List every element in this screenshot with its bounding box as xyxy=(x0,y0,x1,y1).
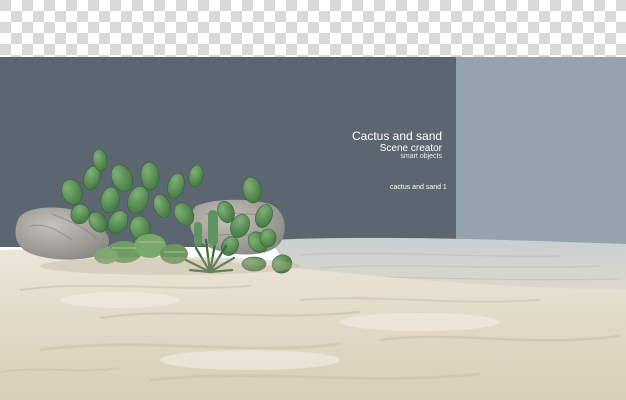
scene-subtitle-small: smart objects xyxy=(400,153,442,160)
light-backdrop-panel xyxy=(456,57,626,247)
transparency-checkerboard xyxy=(0,0,626,58)
scene-illustration xyxy=(0,0,626,400)
variant-label: cactus and sand 1 xyxy=(390,184,447,191)
scene-title: Cactus and sand xyxy=(352,129,443,143)
